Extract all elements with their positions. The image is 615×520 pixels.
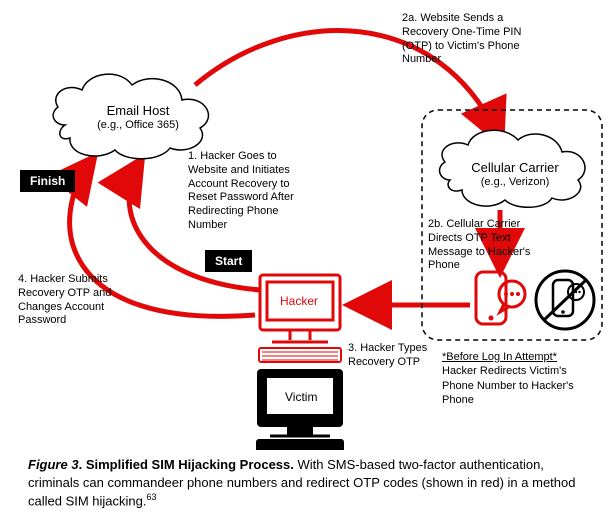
- carrier-sub: (e.g., Verizon): [460, 176, 570, 189]
- blocked-phone-icon: [536, 271, 594, 329]
- before-heading: *Before Log In Attempt*: [442, 351, 557, 363]
- figure-number: Figure 3: [28, 457, 79, 472]
- step2b-label: 2b. Cellular Carrier Directs OTP Text Me…: [428, 218, 548, 273]
- before-login-note: *Before Log In Attempt* Hacker Redirects…: [442, 350, 597, 407]
- carrier-title: Cellular Carrier: [460, 160, 570, 176]
- before-body: Hacker Redirects Victim's Phone Number t…: [442, 365, 574, 406]
- hacker-computer-icon: [259, 275, 341, 362]
- hacker-label: Hacker: [280, 294, 318, 308]
- figure-caption: Figure 3. Simplified SIM Hijacking Proce…: [10, 456, 588, 510]
- email-host-sub: (e.g., Office 365): [88, 119, 188, 132]
- step2a-label: 2a. Website Sends a Recovery One-Time PI…: [402, 12, 542, 67]
- figure-title: Simplified SIM Hijacking Process.: [86, 457, 294, 472]
- step4-label: 4. Hacker Submits Recovery OTP and Chang…: [18, 273, 138, 328]
- diagram-canvas: Email Host (e.g., Office 365) Cellular C…: [10, 10, 605, 450]
- hacker-phone-icon: [476, 272, 525, 324]
- email-host-title: Email Host: [88, 103, 188, 119]
- victim-computer-icon: [257, 370, 343, 450]
- carrier-label: Cellular Carrier (e.g., Verizon): [460, 160, 570, 189]
- victim-label: Victim: [285, 390, 317, 404]
- start-flag: Start: [205, 250, 252, 272]
- finish-flag: Finish: [20, 170, 75, 192]
- step1-label: 1. Hacker Goes to Website and Initiates …: [188, 150, 318, 233]
- email-host-label: Email Host (e.g., Office 365): [88, 103, 188, 132]
- figure-ref: 63: [147, 492, 157, 502]
